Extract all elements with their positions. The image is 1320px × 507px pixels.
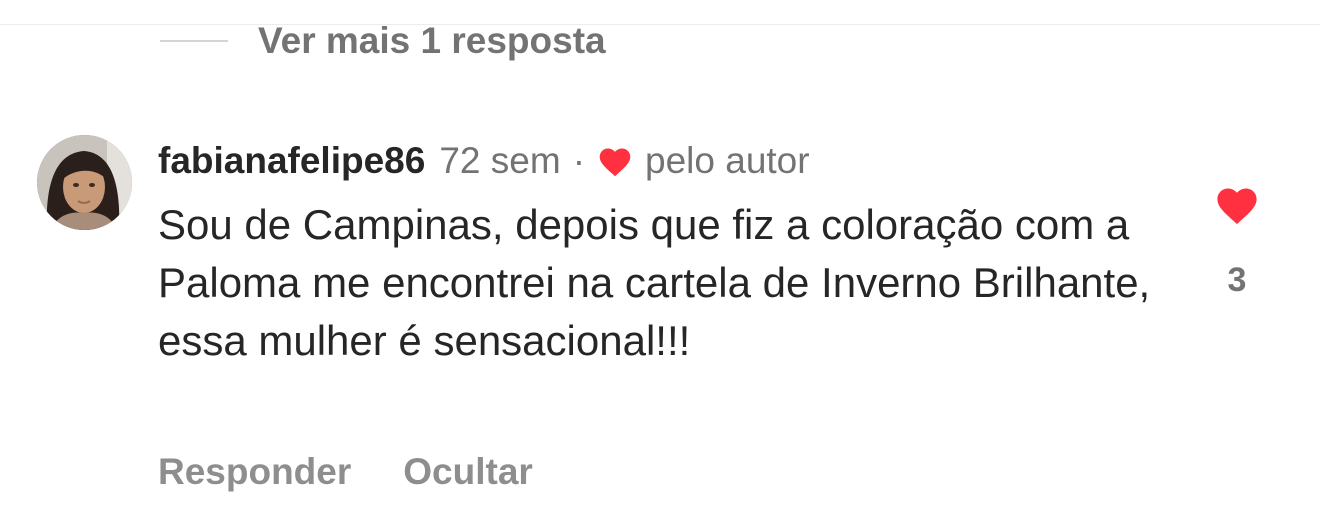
heart-icon [599,148,631,177]
comment-meta: fabianafelipe86 72 sem · pelo autor [158,136,1158,186]
comment-actions: Responder Ocultar [158,448,585,496]
avatar[interactable] [37,135,132,230]
comment-time: 72 sem [439,140,561,181]
hide-button[interactable]: Ocultar [403,451,533,493]
reply-button[interactable]: Responder [158,451,351,493]
view-more-replies-label: Ver mais 1 resposta [258,20,606,61]
comment-username[interactable]: fabianafelipe86 [158,140,425,182]
avatar-image [37,135,132,230]
like-button[interactable]: 3 [1207,180,1267,300]
heart-icon[interactable] [1213,184,1261,225]
comment: fabianafelipe86 72 sem · pelo autor Sou … [158,136,1158,370]
replies-line [160,40,228,42]
like-count: 3 [1227,261,1247,299]
comment-text: Sou de Campinas, depois que fiz a colora… [158,201,1151,364]
liked-by-author-label: pelo autor [645,140,810,181]
meta-separator: · [572,140,586,181]
view-more-replies-button[interactable]: Ver mais 1 resposta [160,16,606,66]
